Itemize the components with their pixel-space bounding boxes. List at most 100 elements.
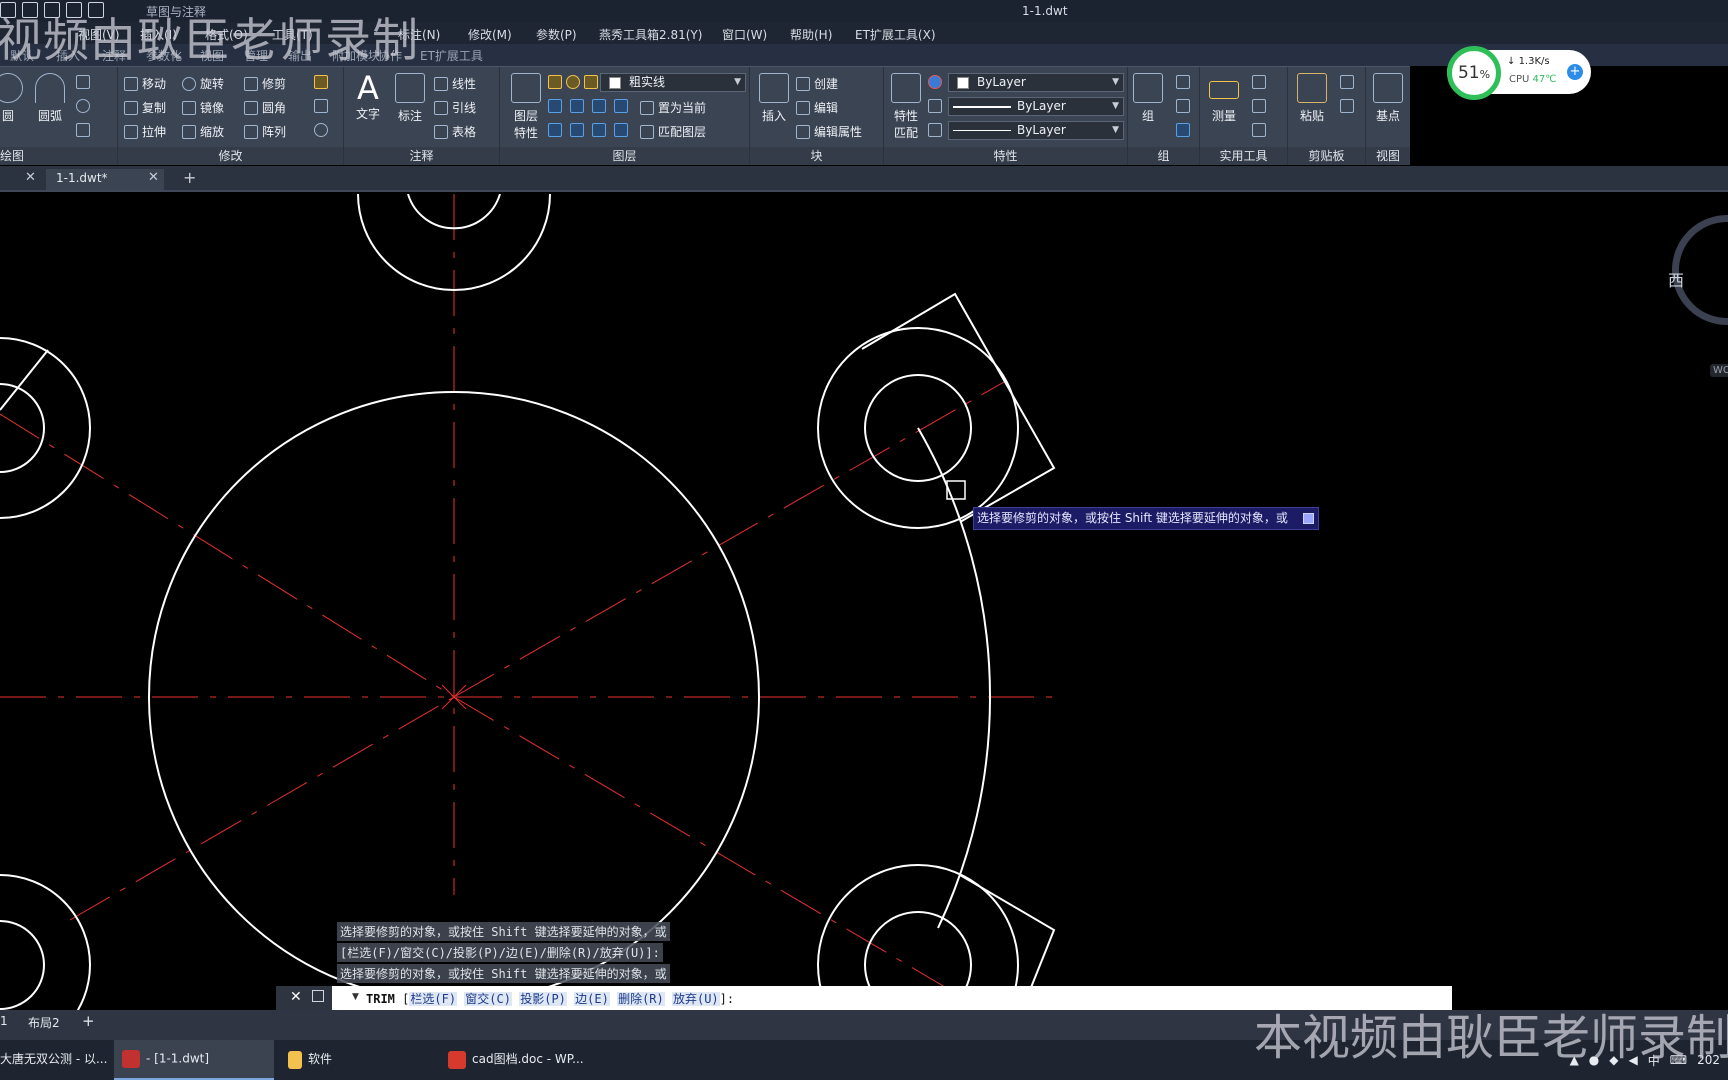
trim-tool[interactable]: 修剪 (244, 75, 286, 92)
taskbar-item-game[interactable]: 大唐无双公测 - 以... (0, 1040, 107, 1080)
panel-title-block[interactable]: 块 (750, 147, 883, 165)
rotate-tool[interactable]: 旋转 (182, 75, 224, 92)
taskbar-item-explorer[interactable]: 软件 (280, 1040, 430, 1080)
leader-tool[interactable]: 引线 (434, 99, 476, 116)
ellipse-tool[interactable] (76, 99, 90, 113)
match-properties-tool[interactable]: 特性 匹配 (884, 73, 928, 141)
move-tool[interactable]: 移动 (124, 75, 166, 92)
color-dropdown[interactable]: ByLayer ▼ (948, 73, 1124, 92)
layer-lock-icon[interactable] (584, 75, 598, 89)
menu-et-tools[interactable]: ET扩展工具(X) (855, 26, 936, 43)
command-line-handle[interactable]: ✕ (276, 986, 332, 1010)
option-undo[interactable]: 放弃(U) (671, 992, 720, 1006)
option-erase[interactable]: 删除(R) (617, 992, 665, 1006)
tooltip-arrow-icon[interactable] (1303, 513, 1314, 524)
stretch-tool[interactable]: 拉伸 (124, 123, 166, 140)
option-edge[interactable]: 边(E) (574, 992, 610, 1006)
explode-tool[interactable] (314, 99, 328, 113)
wcs-menu[interactable]: WCS (1710, 364, 1728, 377)
layer-tool-icon[interactable] (548, 123, 562, 137)
menu-parametric[interactable]: 参数(P) (536, 26, 577, 43)
layer-tool-icon[interactable] (592, 123, 606, 137)
text-tool[interactable]: A 文字 (346, 71, 390, 122)
layer-dropdown[interactable]: 粗实线 ▼ (600, 73, 746, 92)
option-project[interactable]: 投影(P) (519, 992, 567, 1006)
quick-select-icon[interactable] (1252, 99, 1266, 113)
ungroup-icon[interactable] (1176, 75, 1190, 89)
panel-title-annotation[interactable]: 注释 (344, 147, 499, 165)
group-select-icon[interactable] (1176, 123, 1190, 137)
edit-block-tool[interactable]: 编辑 (796, 99, 838, 116)
offset-tool[interactable] (314, 123, 328, 137)
rectangle-tool[interactable] (76, 75, 90, 89)
layer-tool-icon[interactable] (592, 99, 606, 113)
paste-tool[interactable]: 粘贴 (1290, 73, 1334, 124)
close-icon[interactable]: ✕ (148, 170, 159, 185)
array-tool[interactable]: 阵列 (244, 123, 286, 140)
panel-title-groups[interactable]: 组 (1128, 147, 1199, 165)
panel-title-clipboard[interactable]: 剪贴板 (1288, 147, 1365, 165)
create-block-tool[interactable]: 创建 (796, 75, 838, 92)
group-tool[interactable]: 组 (1128, 73, 1168, 124)
panel-title-view[interactable]: 视图 (1366, 147, 1410, 165)
tab-et-tools[interactable]: ET扩展工具 (420, 47, 483, 64)
taskbar-item-autocad[interactable]: - [1-1.dwt] (114, 1040, 274, 1080)
layer-tool-icon[interactable] (570, 123, 584, 137)
measure-tool[interactable]: 测量 (1202, 73, 1246, 124)
layout-tab-1[interactable]: 1 (0, 1014, 8, 1028)
panel-title-utilities[interactable]: 实用工具 (1200, 147, 1287, 165)
new-tab-plus-icon[interactable]: + (183, 168, 196, 187)
arc-tool[interactable]: 圆弧 (28, 73, 72, 124)
menu-help[interactable]: 帮助(H) (790, 26, 832, 43)
panel-title-modify[interactable]: 修改 (118, 147, 343, 165)
menu-yanxiu-toolbox[interactable]: 燕秀工具箱2.81(Y) (599, 26, 702, 43)
taskbar-item-wps[interactable]: cad图档.doc - WP... (440, 1040, 600, 1080)
widget-plus-icon[interactable]: + (1567, 64, 1583, 80)
panel-title-draw[interactable]: 绘图 (0, 147, 117, 165)
menu-window[interactable]: 窗口(W) (722, 26, 767, 43)
group-edit-icon[interactable] (1176, 99, 1190, 113)
menu-modify[interactable]: 修改(M) (468, 26, 512, 43)
layer-properties-tool[interactable]: 图层 特性 (504, 73, 548, 141)
copy-clip-icon[interactable] (1340, 99, 1354, 113)
viewcube-west-label[interactable]: 西 (1668, 267, 1684, 291)
hatch-tool[interactable] (76, 123, 90, 137)
layer-tool-icon[interactable] (548, 99, 562, 113)
insert-block-tool[interactable]: 插入 (752, 73, 796, 124)
doc-tab-1-1[interactable]: 1-1.dwt* (46, 169, 164, 190)
option-crossing[interactable]: 窗交(C) (464, 992, 512, 1006)
fillet-tool[interactable]: 圆角 (244, 99, 286, 116)
dimension-tool[interactable]: 标注 (388, 73, 432, 124)
match-layer-tool[interactable]: 匹配图层 (640, 123, 706, 140)
layer-tool-icon[interactable] (614, 123, 628, 137)
layer-tool-icon[interactable] (570, 99, 584, 113)
drawing-canvas[interactable] (0, 194, 1728, 1010)
layer-on-icon[interactable] (548, 75, 562, 89)
linetype-dropdown[interactable]: ByLayer ▼ (948, 97, 1124, 116)
edit-attributes-tool[interactable]: 编辑属性 (796, 123, 862, 140)
performance-widget[interactable]: 51% ↓ 1.3K/s CPU 47℃ + (1447, 46, 1591, 100)
copy-tool[interactable]: 复制 (124, 99, 166, 116)
calculator-icon[interactable] (1252, 123, 1266, 137)
erase-tool[interactable] (314, 75, 328, 89)
add-layout-plus-icon[interactable]: + (82, 1012, 95, 1030)
mirror-tool[interactable]: 镜像 (182, 99, 224, 116)
cut-icon[interactable] (1340, 75, 1354, 89)
lineweight-dropdown[interactable]: ByLayer ▼ (948, 121, 1124, 140)
scale-tool[interactable]: 缩放 (182, 123, 224, 140)
base-view-tool[interactable]: 基点 (1366, 73, 1410, 124)
table-tool[interactable]: 表格 (434, 123, 476, 140)
layout-tab-2[interactable]: 布局2 (28, 1014, 60, 1031)
close-icon[interactable]: ✕ (25, 170, 36, 185)
recent-commands-chevron-icon[interactable]: ▼ (352, 992, 359, 1002)
circle-tool[interactable]: 圆 (0, 73, 30, 124)
select-similar-icon[interactable] (1252, 75, 1266, 89)
wrench-icon[interactable] (312, 990, 324, 1002)
panel-title-layers[interactable]: 图层 (500, 147, 749, 165)
option-fence[interactable]: 栏选(F) (409, 992, 458, 1006)
layer-freeze-icon[interactable] (566, 75, 580, 89)
set-current-layer-tool[interactable]: 置为当前 (640, 99, 706, 116)
close-icon[interactable]: ✕ (290, 989, 302, 1005)
layer-tool-icon[interactable] (614, 99, 628, 113)
linear-dim-tool[interactable]: 线性 (434, 75, 476, 92)
